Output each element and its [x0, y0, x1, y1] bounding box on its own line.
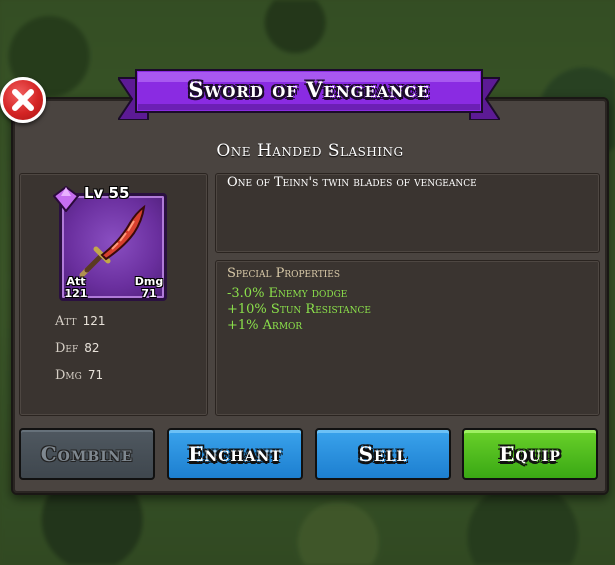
sword-icon [79, 204, 146, 278]
special-properties-box [215, 260, 600, 416]
stat-value: 82 [84, 341, 100, 355]
combine-button[interactable]: Combine [19, 428, 155, 480]
special-property: +10% Stun Resistance [227, 302, 372, 317]
equip-button[interactable]: Equip [462, 428, 598, 480]
stat-value: 121 [82, 314, 106, 328]
title-banner: Sword of Vengeance [118, 68, 500, 120]
stat-label: Att [55, 314, 77, 329]
stat-label: Dmg [55, 368, 82, 383]
stat-label: Def [55, 341, 79, 356]
item-type-label: One Handed Slashing [216, 141, 404, 161]
close-icon [12, 89, 34, 111]
close-button[interactable] [0, 77, 46, 123]
portrait-att-stat: Att 121 [60, 276, 92, 300]
portrait-att-value: 121 [64, 287, 88, 300]
item-description: One of Teinn's twin blades of vengeance [227, 175, 477, 190]
item-level-label: Lv 55 [84, 184, 130, 202]
stat-row-dmg: Dmg 71 [55, 368, 103, 383]
enchant-button[interactable]: Enchant [167, 428, 303, 480]
special-property: -3.0% Enemy dodge [227, 286, 348, 301]
item-name-title: Sword of Vengeance [188, 77, 430, 102]
portrait-dmg-value: 71 [141, 287, 157, 300]
stat-value: 71 [87, 368, 104, 382]
special-properties-title: Special Properties [227, 266, 341, 281]
sell-button[interactable]: Sell [315, 428, 451, 480]
gem-icon [53, 186, 79, 212]
special-property: +1% Armor [227, 318, 303, 333]
portrait-dmg-stat: Dmg 71 [132, 276, 166, 300]
sell-label: Sell [358, 442, 408, 466]
stat-row-def: Def 82 [55, 341, 100, 356]
stat-row-att: Att 121 [55, 314, 105, 329]
equip-label: Equip [499, 442, 561, 466]
enchant-label: Enchant [188, 442, 282, 466]
combine-label: Combine [40, 442, 134, 466]
